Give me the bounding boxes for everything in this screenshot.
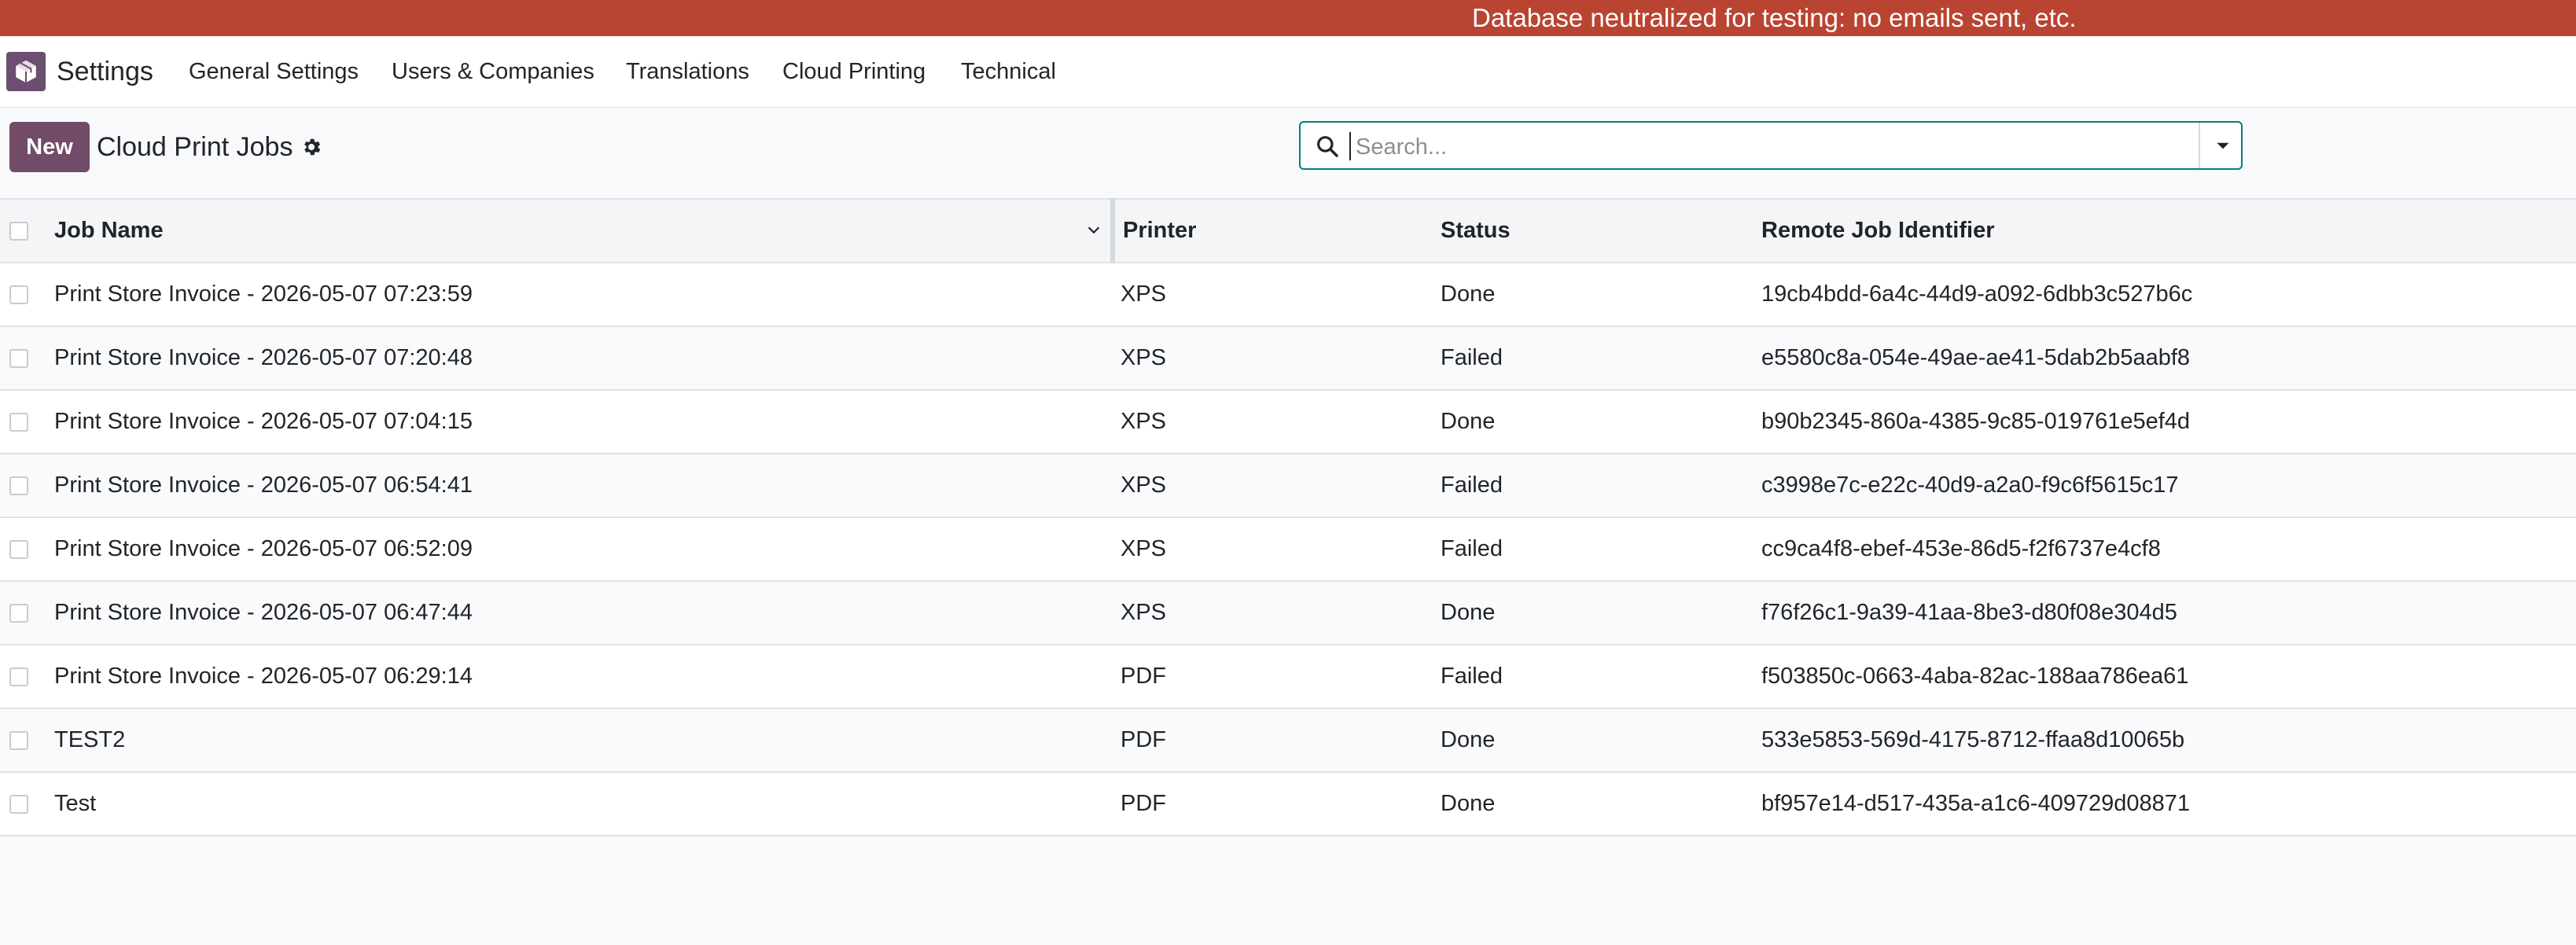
row-select-cell <box>0 517 46 582</box>
chevron-down-icon[interactable] <box>1085 222 1102 239</box>
menu-technical[interactable]: Technical <box>961 36 1056 107</box>
new-button[interactable]: New <box>9 122 90 172</box>
row-checkbox[interactable] <box>9 604 28 623</box>
search-input[interactable] <box>1354 129 2144 165</box>
row-checkbox[interactable] <box>9 285 28 305</box>
cell-remote-job-id: f76f26c1-9a39-41aa-8be3-d80f08e304d5 <box>1761 581 2576 645</box>
cell-printer: PDF <box>1113 708 1441 773</box>
table-row[interactable]: Print Store Invoice - 2026-05-07 07:23:5… <box>0 263 2576 327</box>
row-select-cell <box>0 708 46 773</box>
table-row[interactable]: Print Store Invoice - 2026-05-07 06:54:4… <box>0 454 2576 518</box>
cell-job-name: Print Store Invoice - 2026-05-07 07:23:5… <box>46 263 1113 327</box>
cell-status: Failed <box>1441 517 1761 582</box>
cell-printer: PDF <box>1113 772 1441 837</box>
row-select-cell <box>0 390 46 454</box>
table-row[interactable]: Print Store Invoice - 2026-05-07 06:29:1… <box>0 645 2576 709</box>
cell-status: Failed <box>1441 645 1761 709</box>
cell-printer: XPS <box>1113 517 1441 582</box>
table-row[interactable]: Test PDF Done bf957e14-d517-435a-a1c6-40972… <box>0 772 2576 837</box>
cell-printer: XPS <box>1113 390 1441 454</box>
table-row[interactable]: Print Store Invoice - 2026-05-07 07:04:1… <box>0 390 2576 454</box>
column-header-label: Job Name <box>54 218 164 243</box>
cell-status: Done <box>1441 263 1761 327</box>
column-header-printer[interactable]: Printer <box>1113 198 1441 263</box>
cell-printer: XPS <box>1113 263 1441 327</box>
cell-printer: XPS <box>1113 326 1441 391</box>
row-select-cell <box>0 263 46 327</box>
row-select-cell <box>0 645 46 709</box>
cell-status: Failed <box>1441 326 1761 391</box>
cell-status: Done <box>1441 772 1761 837</box>
cell-job-name: TEST2 <box>46 708 1113 773</box>
row-select-cell <box>0 772 46 837</box>
app-menu-icon[interactable] <box>6 52 46 91</box>
cell-remote-job-id: e5580c8a-054e-49ae-ae41-5dab2b5aabf8 <box>1761 326 2576 391</box>
cell-status: Failed <box>1441 454 1761 518</box>
table-row[interactable]: TEST2 PDF Done 533e5853-569d-4175-8712-ffaa… <box>0 708 2576 773</box>
row-select-cell <box>0 326 46 391</box>
gear-icon[interactable] <box>300 136 322 158</box>
cell-status: Done <box>1441 581 1761 645</box>
cell-job-name: Print Store Invoice - 2026-05-07 07:20:4… <box>46 326 1113 391</box>
cell-job-name: Print Store Invoice - 2026-05-07 07:04:1… <box>46 390 1113 454</box>
row-checkbox[interactable] <box>9 413 28 432</box>
row-checkbox[interactable] <box>9 667 28 687</box>
banner-text: Database neutralized for testing: no ema… <box>1472 3 2077 32</box>
search-bar[interactable] <box>1299 121 2243 170</box>
select-all-checkbox[interactable] <box>9 222 28 241</box>
cell-remote-job-id: c3998e7c-e22c-40d9-a2a0-f9c6f5615c17 <box>1761 454 2576 518</box>
row-checkbox[interactable] <box>9 795 28 814</box>
text-cursor <box>1349 132 1351 160</box>
cell-status: Done <box>1441 390 1761 454</box>
row-checkbox[interactable] <box>9 349 28 369</box>
row-select-cell <box>0 581 46 645</box>
cell-job-name: Print Store Invoice - 2026-05-07 06:29:1… <box>46 645 1113 709</box>
cell-remote-job-id: bf957e14-d517-435a-a1c6-409729d08871 <box>1761 772 2576 837</box>
cell-remote-job-id: cc9ca4f8-ebef-453e-86d5-f2f6737e4cf8 <box>1761 517 2576 582</box>
cell-job-name: Test <box>46 772 1113 837</box>
cell-remote-job-id: f503850c-0663-4aba-82ac-188aa786ea61 <box>1761 645 2576 709</box>
menu-translations[interactable]: Translations <box>626 36 749 107</box>
page-title: Cloud Print Jobs <box>97 132 293 162</box>
cell-job-name: Print Store Invoice - 2026-05-07 06:47:4… <box>46 581 1113 645</box>
cell-status: Done <box>1441 708 1761 773</box>
menu-cloud-printing[interactable]: Cloud Printing <box>782 36 926 107</box>
row-select-cell <box>0 454 46 518</box>
table-header-row: Job Name Printer Status Remote Job Ident… <box>0 198 2576 263</box>
cell-job-name: Print Store Invoice - 2026-05-07 06:54:4… <box>46 454 1113 518</box>
table-row[interactable]: Print Store Invoice - 2026-05-07 07:20:4… <box>0 326 2576 391</box>
row-checkbox[interactable] <box>9 731 28 751</box>
cell-printer: XPS <box>1113 454 1441 518</box>
cell-job-name: Print Store Invoice - 2026-05-07 06:52:0… <box>46 517 1113 582</box>
table-row[interactable]: Print Store Invoice - 2026-05-07 06:47:4… <box>0 581 2576 645</box>
app-name[interactable]: Settings <box>57 36 153 107</box>
cell-remote-job-id: 19cb4bdd-6a4c-44d9-a092-6dbb3c527b6c <box>1761 263 2576 327</box>
table-row[interactable]: Print Store Invoice - 2026-05-07 06:52:0… <box>0 517 2576 582</box>
search-icon <box>1317 136 1338 157</box>
cell-remote-job-id: b90b2345-860a-4385-9c85-019761e5ef4d <box>1761 390 2576 454</box>
caret-down-icon[interactable] <box>2213 135 2233 156</box>
menu-general-settings[interactable]: General Settings <box>189 36 359 107</box>
cell-printer: XPS <box>1113 581 1441 645</box>
column-header-remote-job-id[interactable]: Remote Job Identifier <box>1761 198 2576 263</box>
menu-users-companies[interactable]: Users & Companies <box>392 36 594 107</box>
cell-remote-job-id: 533e5853-569d-4175-8712-ffaa8d10065b <box>1761 708 2576 773</box>
neutralized-db-banner: Database neutralized for testing: no ema… <box>0 0 2576 36</box>
row-checkbox[interactable] <box>9 540 28 560</box>
column-header-status[interactable]: Status <box>1441 198 1761 263</box>
print-jobs-table: Job Name Printer Status Remote Job Ident… <box>0 198 2576 837</box>
select-all-cell <box>0 198 46 263</box>
row-checkbox[interactable] <box>9 476 28 496</box>
search-divider <box>2199 123 2200 168</box>
column-header-job-name[interactable]: Job Name <box>46 198 1115 263</box>
top-navbar: Settings General Settings Users & Compan… <box>0 36 2576 108</box>
cell-printer: PDF <box>1113 645 1441 709</box>
